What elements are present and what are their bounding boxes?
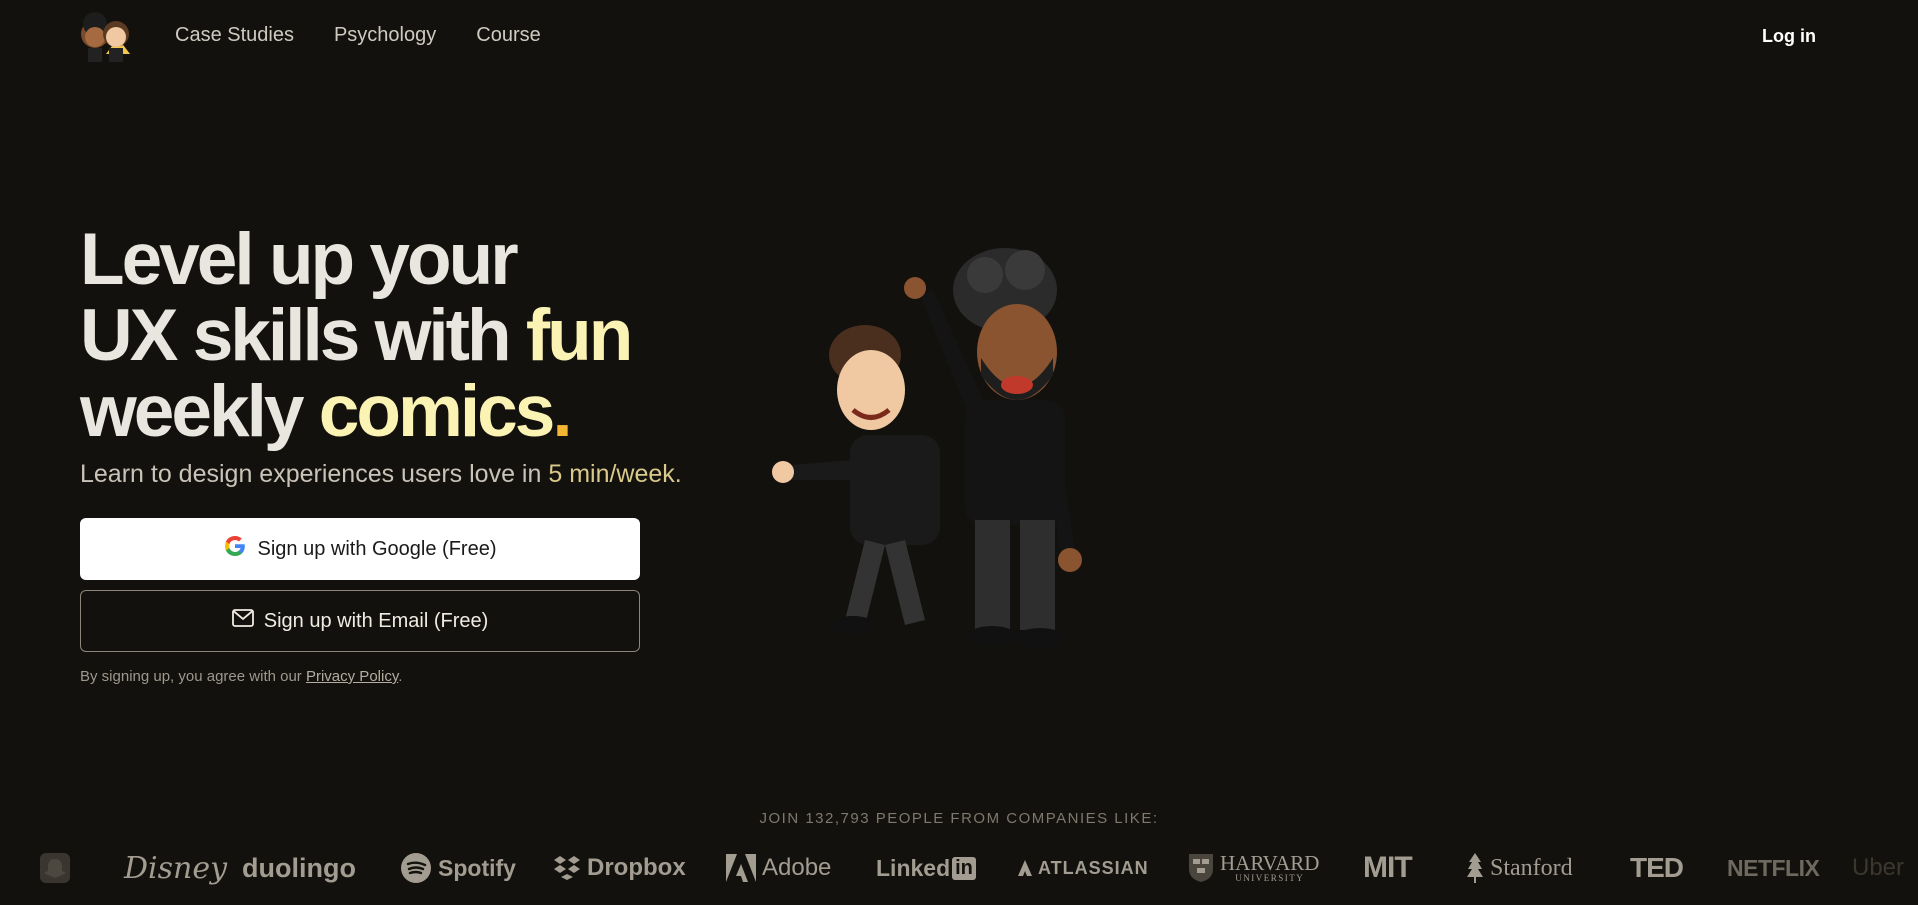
- dropbox-label: Dropbox: [587, 854, 686, 881]
- logo-avatars[interactable]: [78, 8, 136, 64]
- nav-link-psychology[interactable]: Psychology: [334, 24, 436, 47]
- headline-line-2: UX skills with: [80, 295, 526, 376]
- linkedin-in-badge: in: [952, 856, 976, 880]
- dropbox-icon: [554, 856, 580, 880]
- linkedin-label: Linked: [876, 854, 951, 881]
- headline-dot: .: [552, 371, 572, 452]
- hero-headline: Level up your UX skills with fun weekly …: [80, 222, 760, 450]
- social-proof-heading: JOIN 132,793 PEOPLE FROM COMPANIES LIKE:: [759, 810, 1159, 827]
- stanford-label: Stanford: [1490, 854, 1573, 881]
- atlassian-logo: ATLASSIAN: [1018, 848, 1149, 888]
- adobe-logo: Adobe: [726, 848, 831, 888]
- top-nav: Case Studies Psychology Course Log in: [0, 0, 1918, 74]
- headline-line-1: Level up your: [80, 219, 519, 300]
- nav-link-case-studies[interactable]: Case Studies: [175, 24, 294, 47]
- disney-logo: Disney: [124, 850, 228, 886]
- terms-suffix: .: [398, 668, 403, 685]
- spotify-icon: [401, 853, 431, 883]
- headline-accent-comics: comics: [318, 371, 556, 452]
- ted-logo: TED: [1630, 852, 1684, 883]
- subtitle-text: Learn to design experiences users love i…: [80, 460, 549, 488]
- email-signup-button[interactable]: Sign up with Email (Free): [80, 590, 640, 652]
- nav-link-course[interactable]: Course: [476, 24, 540, 47]
- harvard-shield-icon: [1189, 854, 1213, 882]
- netflix-logo: NETFLIX: [1727, 854, 1820, 881]
- hero-illustration: [755, 240, 1115, 660]
- google-signup-label: Sign up with Google (Free): [257, 537, 497, 560]
- spotify-logo: Spotify: [400, 848, 516, 888]
- harvard-logo: HARVARD UNIVERSITY: [1188, 848, 1319, 888]
- company-logos-row: Disney duolingo Spotify Dropbox Adobe Li…: [0, 848, 1918, 888]
- privacy-policy-link[interactable]: Privacy Policy: [306, 668, 398, 685]
- spotify-label: Spotify: [438, 854, 516, 881]
- harvard-university-label: UNIVERSITY: [1235, 873, 1305, 883]
- google-signup-button[interactable]: Sign up with Google (Free): [80, 518, 640, 580]
- email-signup-label: Sign up with Email (Free): [263, 609, 489, 632]
- atlassian-icon: [1018, 860, 1032, 876]
- subtitle-accent: 5 min/week.: [548, 460, 682, 488]
- login-link[interactable]: Log in: [1762, 26, 1816, 47]
- hero-subtitle: Learn to design experiences users love i…: [80, 460, 682, 489]
- terms-text: By signing up, you agree with our: [80, 668, 306, 685]
- google-icon: [223, 534, 247, 564]
- headline-accent-fun: fun: [525, 295, 633, 376]
- mail-icon: [231, 609, 254, 633]
- adobe-label: Adobe: [762, 854, 832, 881]
- duolingo-logo: duolingo: [242, 852, 356, 883]
- hero-section: Level up your UX skills with fun weekly …: [80, 222, 760, 450]
- adobe-icon: [726, 854, 756, 882]
- atlassian-label: ATLASSIAN: [1038, 857, 1149, 878]
- stanford-tree-icon: [1467, 853, 1483, 883]
- terms-notice: By signing up, you agree with our Privac…: [80, 668, 402, 685]
- linkedin-logo: Linked in: [876, 848, 976, 888]
- headline-line-3: weekly: [80, 371, 319, 452]
- stanford-logo: Stanford: [1466, 848, 1573, 888]
- mit-logo: MIT: [1363, 851, 1413, 884]
- harvard-label: HARVARD: [1220, 851, 1320, 875]
- dropbox-logo: Dropbox: [553, 848, 686, 888]
- snapchat-logo-icon: [38, 848, 72, 888]
- uber-logo: Uber: [1852, 854, 1905, 881]
